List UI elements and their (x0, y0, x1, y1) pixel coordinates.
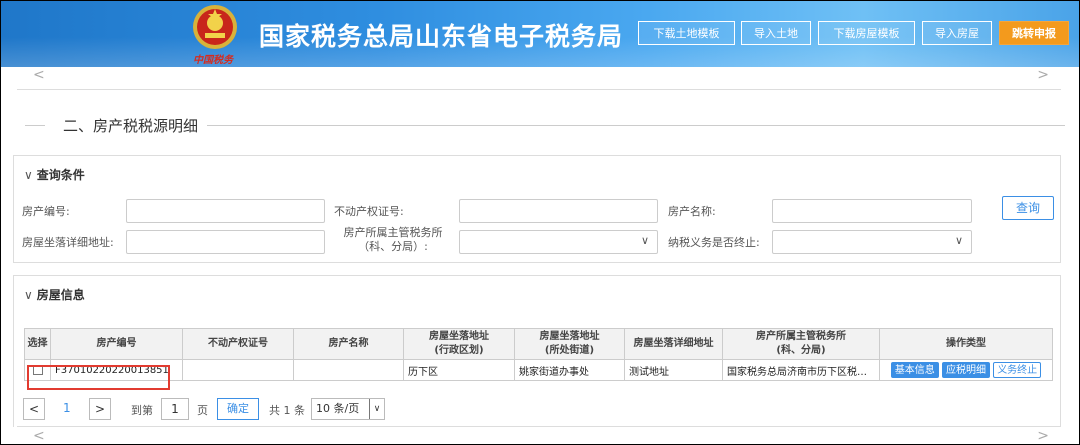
row-house-no: F37010220220013851 (50, 359, 183, 381)
col-tax-office: 房产所属主管税务所 (科、分局) (722, 328, 880, 360)
header-banner: 中国税务 国家税务总局山东省电子税务局 下载土地模板 导入土地 下载房屋模板 导… (1, 1, 1079, 67)
site-title: 国家税务总局山东省电子税务局 (259, 22, 624, 51)
col-district-line1: 房屋坐落地址 (429, 331, 489, 342)
house-info-panel-label: 房屋信息 (36, 288, 85, 302)
taxable-detail-button[interactable]: 应税明细 (942, 362, 990, 378)
tax-emblem-icon (193, 5, 237, 49)
house-no-label: 房产编号: (22, 205, 70, 218)
query-panel-label: 查询条件 (36, 168, 85, 182)
col-tax-office-line2: (科、分局) (776, 345, 826, 356)
row-district: 历下区 (403, 359, 515, 381)
scroll-left-icon[interactable]: < (33, 428, 45, 444)
download-land-template-button[interactable]: 下载土地模板 (638, 21, 735, 45)
top-horizontal-scrollbar[interactable]: < > (17, 67, 1061, 90)
address-label: 房屋坐落详细地址: (22, 236, 114, 249)
app-frame: 中国税务 国家税务总局山东省电子税务局 下载土地模板 导入土地 下载房屋模板 导… (0, 0, 1080, 445)
tax-office-label: 房产所属主管税务所 （科、分局）: (334, 226, 452, 254)
terminated-select[interactable]: ∨ (772, 230, 972, 254)
row-cert-no (182, 359, 294, 381)
goto-label: 到第 (131, 404, 153, 417)
page-size-select[interactable]: 10 条/页 ∨ (311, 398, 385, 420)
row-house-name (293, 359, 404, 381)
goto-declare-button[interactable]: 跳转申报 (999, 21, 1069, 45)
chevron-down-icon: ∨ (369, 399, 384, 419)
total-count: 共 1 条 (269, 404, 305, 417)
col-house-name: 房产名称 (293, 328, 404, 360)
row-select-cell (24, 359, 51, 381)
next-page-button[interactable]: > (89, 398, 111, 420)
terminated-label: 纳税义务是否终止: (668, 236, 760, 249)
tax-office-label-line1: 房产所属主管税务所 (343, 226, 443, 239)
row-street: 姚家街道办事处 (514, 359, 625, 381)
page-size-value: 10 条/页 (316, 402, 360, 415)
bottom-horizontal-scrollbar[interactable]: < > (17, 426, 1061, 444)
section-divider-left (25, 125, 45, 126)
row-detail-address: 测试地址 (624, 359, 723, 381)
address-input[interactable] (126, 230, 325, 254)
col-tax-office-line1: 房产所属主管税务所 (756, 331, 846, 342)
import-land-button[interactable]: 导入土地 (741, 21, 811, 45)
page-unit-label: 页 (197, 404, 208, 417)
terminate-obligation-button[interactable]: 义务终止 (993, 362, 1042, 378)
row-checkbox[interactable] (32, 364, 43, 375)
prev-page-button[interactable]: < (23, 398, 45, 420)
current-page[interactable]: 1 (63, 401, 71, 415)
cert-no-input[interactable] (459, 199, 658, 223)
row-operations: 基本信息 应税明细 义务终止 (879, 359, 1053, 381)
table-row: F37010220220013851 历下区 姚家街道办事处 测试地址 国家税务… (24, 359, 1053, 381)
cert-no-label: 不动产权证号: (334, 205, 404, 218)
chevron-down-icon: ∨ (24, 168, 33, 182)
house-info-panel-title[interactable]: ∨ 房屋信息 (24, 286, 85, 303)
download-house-template-button[interactable]: 下载房屋模板 (818, 21, 915, 45)
section-title: 二、房产税税源明细 (63, 117, 199, 135)
house-name-input[interactable] (772, 199, 972, 223)
confirm-button[interactable]: 确定 (217, 398, 259, 420)
col-cert-no: 不动产权证号 (182, 328, 294, 360)
chevron-down-icon: ∨ (24, 288, 33, 302)
col-detail-address: 房屋坐落详细地址 (624, 328, 723, 360)
section-header: 二、房产税税源明细 (25, 113, 1065, 137)
tax-office-label-line2: （科、分局）: (358, 240, 428, 253)
search-button[interactable]: 查询 (1002, 196, 1054, 220)
row-tax-office: 国家税务总局济南市历下区税务... (722, 359, 880, 381)
scroll-right-icon[interactable]: > (1037, 67, 1049, 83)
query-panel: ∨ 查询条件 房产编号: 不动产权证号: 房产名称: 查询 房屋坐落详细地址: 房… (13, 155, 1061, 263)
col-operations: 操作类型 (879, 328, 1053, 360)
table-header-row: 选择 房产编号 不动产权证号 房产名称 房屋坐落地址 (行政区划) 房屋坐落地址 (… (24, 328, 1053, 360)
col-street-line1: 房屋坐落地址 (539, 331, 600, 342)
col-district: 房屋坐落地址 (行政区划) (403, 328, 515, 360)
import-house-button[interactable]: 导入房屋 (922, 21, 992, 45)
col-select: 选择 (24, 328, 51, 360)
col-street: 房屋坐落地址 (所处街道) (514, 328, 625, 360)
pagination: < 1 > 到第 1 页 确定 共 1 条 10 条/页 ∨ (23, 398, 523, 422)
scroll-left-icon[interactable]: < (33, 67, 45, 83)
house-no-input[interactable] (126, 199, 325, 223)
house-table: 选择 房产编号 不动产权证号 房产名称 房屋坐落地址 (行政区划) 房屋坐落地址 (… (24, 328, 1053, 381)
emblem-script-logo: 中国税务 (193, 55, 233, 66)
chevron-down-icon: ∨ (954, 234, 963, 247)
col-district-line2: (行政区划) (434, 345, 484, 356)
query-panel-title[interactable]: ∨ 查询条件 (24, 166, 85, 183)
tax-office-select[interactable]: ∨ (459, 230, 658, 254)
scroll-right-icon[interactable]: > (1037, 428, 1049, 444)
col-house-no: 房产编号 (50, 328, 183, 360)
goto-page-input[interactable]: 1 (161, 398, 189, 420)
house-name-label: 房产名称: (668, 205, 716, 218)
chevron-down-icon: ∨ (640, 234, 649, 247)
section-divider-right (207, 125, 1065, 126)
basic-info-button[interactable]: 基本信息 (890, 362, 939, 378)
col-street-line2: (所处街道) (544, 345, 595, 356)
